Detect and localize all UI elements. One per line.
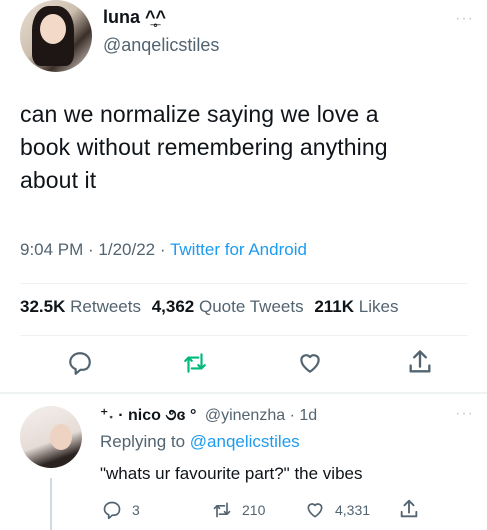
divider (20, 335, 468, 336)
share-icon (400, 499, 418, 518)
reply-icon (103, 501, 121, 520)
tweet-timestamp[interactable]: 9:04 PM · 1/20/22 · (20, 240, 170, 259)
reply-count: 3 (132, 502, 140, 518)
author-avatar[interactable] (20, 0, 92, 72)
tweet-source-link[interactable]: Twitter for Android (170, 240, 307, 259)
reply-button[interactable] (66, 350, 94, 376)
replying-to-prefix: Replying to (100, 432, 190, 451)
retweet-count: 210 (242, 502, 266, 518)
like-icon (307, 503, 323, 518)
tweet-meta: 9:04 PM · 1/20/22 · Twitter for Android (20, 240, 307, 260)
reply-reply-button[interactable]: 3 (102, 500, 140, 520)
retweet-button[interactable] (181, 350, 209, 376)
reply-retweet-button[interactable]: 210 (212, 500, 265, 520)
thread-line (50, 478, 52, 530)
reply-icon (69, 352, 91, 375)
divider (0, 392, 487, 394)
likes-stat[interactable]: 211K Likes (314, 297, 398, 316)
retweets-stat[interactable]: 32.5K Retweets (20, 297, 141, 316)
like-button[interactable] (296, 350, 324, 376)
reply-header: ⁺˖ · nico ૭ɞ ° @yinenzha · 1d (100, 405, 317, 425)
reply-author-name[interactable]: ⁺˖ · nico ૭ɞ ° (100, 407, 196, 424)
share-button[interactable] (406, 348, 434, 376)
tweet-stats: 32.5K Retweets 4,362 Quote Tweets 211K L… (20, 297, 398, 317)
like-icon (300, 354, 320, 373)
reply-author-avatar[interactable] (20, 406, 82, 468)
reply-text: "whats ur favourite part?" the vibes (100, 464, 363, 483)
divider (20, 283, 468, 284)
reply-more-options-icon[interactable]: ··· (455, 405, 474, 423)
tweet-text: can we normalize saying we love a book w… (20, 98, 480, 197)
reply-like-button[interactable]: 4,331 (305, 500, 370, 520)
tweet-text-line: about it (20, 167, 97, 193)
tweet-text-line: can we normalize saying we love a (20, 101, 379, 127)
replying-to: Replying to @anqelicstiles (100, 432, 300, 452)
reply-share-button[interactable] (398, 498, 420, 525)
share-icon (409, 350, 431, 373)
author-name[interactable]: luna ^̲̥^ (103, 7, 166, 28)
quotes-stat[interactable]: 4,362 Quote Tweets (152, 297, 304, 316)
tweet-text-line: book without remembering anything (20, 134, 388, 160)
retweet-icon (184, 353, 206, 373)
reply-author-handle[interactable]: @yinenzha · 1d (205, 407, 317, 424)
retweet-icon (213, 502, 231, 518)
author-handle[interactable]: @anqelicstiles (103, 35, 219, 56)
replying-to-handle[interactable]: @anqelicstiles (190, 432, 300, 451)
like-count: 4,331 (335, 502, 371, 518)
more-options-icon[interactable]: ··· (455, 10, 474, 28)
